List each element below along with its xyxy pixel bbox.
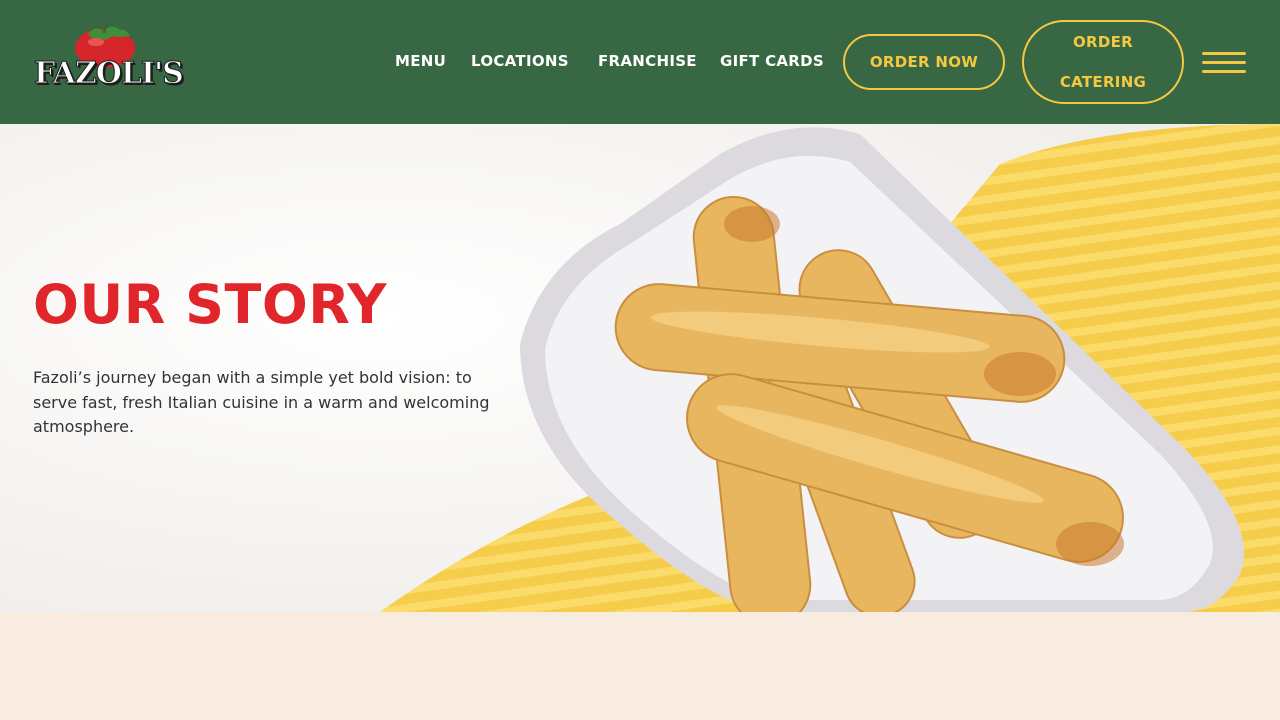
nav-franchise[interactable]: FRANCHISE bbox=[598, 52, 697, 70]
logo-wordmark: FAZOLI'S bbox=[34, 56, 185, 92]
nav-locations[interactable]: LOCATIONS bbox=[471, 52, 569, 70]
hero-description: Fazoli’s journey began with a simple yet… bbox=[33, 368, 490, 436]
order-catering-label: ORDER CATERING bbox=[1059, 33, 1147, 91]
nav-gift-cards[interactable]: GIFT CARDS bbox=[720, 52, 824, 70]
order-now-button[interactable]: ORDER NOW bbox=[843, 34, 1005, 90]
nav-menu[interactable]: MENU bbox=[395, 52, 446, 70]
hero-section: OUR STORY Fazoli’s journey began with a … bbox=[0, 124, 1280, 612]
site-header: FAZOLI'S MENU LOCATIONS FRANCHISE GIFT C… bbox=[0, 0, 1280, 124]
page-title: OUR STORY bbox=[33, 273, 387, 336]
hamburger-icon[interactable] bbox=[1200, 50, 1248, 76]
fazolis-logo[interactable]: FAZOLI'S bbox=[30, 26, 190, 100]
lower-section bbox=[0, 612, 1280, 720]
order-catering-button[interactable]: ORDER CATERING bbox=[1022, 20, 1184, 104]
